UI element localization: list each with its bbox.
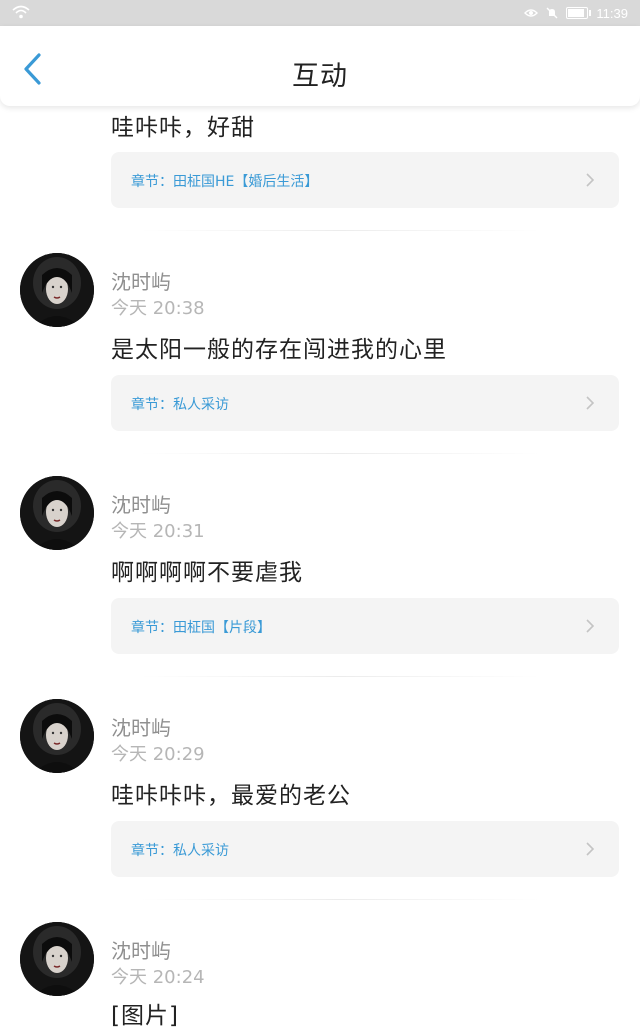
comment-time: 今天 20:24 [111, 967, 205, 988]
chevron-right-icon [586, 396, 595, 410]
divider [140, 899, 540, 900]
chapter-label: 章节：私人采访 [131, 397, 229, 413]
comment-text: 哇咔咔，好甜 [111, 115, 255, 141]
comment-text: [图片] [111, 1003, 179, 1029]
chapter-link[interactable]: 章节：私人采访 [111, 375, 619, 431]
comment-time: 今天 20:29 [111, 744, 205, 765]
chapter-link[interactable]: 章节：田柾国【片段】 [111, 598, 619, 654]
status-time: 11:39 [596, 5, 628, 21]
battery-icon [566, 7, 592, 19]
mute-bell-icon [546, 7, 558, 19]
divider [140, 230, 540, 231]
divider [140, 676, 540, 677]
comment-list[interactable]: 哇咔咔，好甜 章节：田柾国HE【婚后生活】 沈时屿 今天 20:38 是太阳一般… [0, 0, 640, 1029]
chevron-right-icon [586, 173, 595, 187]
chapter-link[interactable]: 章节：田柾国HE【婚后生活】 [111, 152, 619, 208]
divider [140, 453, 540, 454]
user-name[interactable]: 沈时屿 [111, 266, 171, 295]
app-header: 互动 [0, 26, 640, 106]
avatar[interactable] [20, 922, 94, 996]
page-title: 互动 [292, 61, 348, 92]
avatar[interactable] [20, 476, 94, 550]
chevron-right-icon [586, 842, 595, 856]
comment-text: 是太阳一般的存在闯进我的心里 [111, 337, 447, 363]
wifi-icon [12, 5, 30, 19]
user-name[interactable]: 沈时屿 [111, 712, 171, 741]
chapter-label: 章节：私人采访 [131, 843, 229, 859]
comment-time: 今天 20:31 [111, 521, 205, 542]
chapter-label: 章节：田柾国【片段】 [131, 620, 271, 636]
comment-text: 哇咔咔咔，最爱的老公 [111, 783, 351, 809]
user-name[interactable]: 沈时屿 [111, 935, 171, 964]
status-bar: 11:39 [0, 0, 640, 26]
chapter-link[interactable]: 章节：私人采访 [111, 821, 619, 877]
comment-text: 啊啊啊啊不要虐我 [111, 560, 303, 586]
comment-time: 今天 20:38 [111, 298, 205, 319]
eye-icon [524, 9, 539, 17]
chapter-label: 章节：田柾国HE【婚后生活】 [131, 174, 319, 190]
user-name[interactable]: 沈时屿 [111, 489, 171, 518]
chevron-right-icon [586, 619, 595, 633]
avatar[interactable] [20, 699, 94, 773]
avatar[interactable] [20, 253, 94, 327]
